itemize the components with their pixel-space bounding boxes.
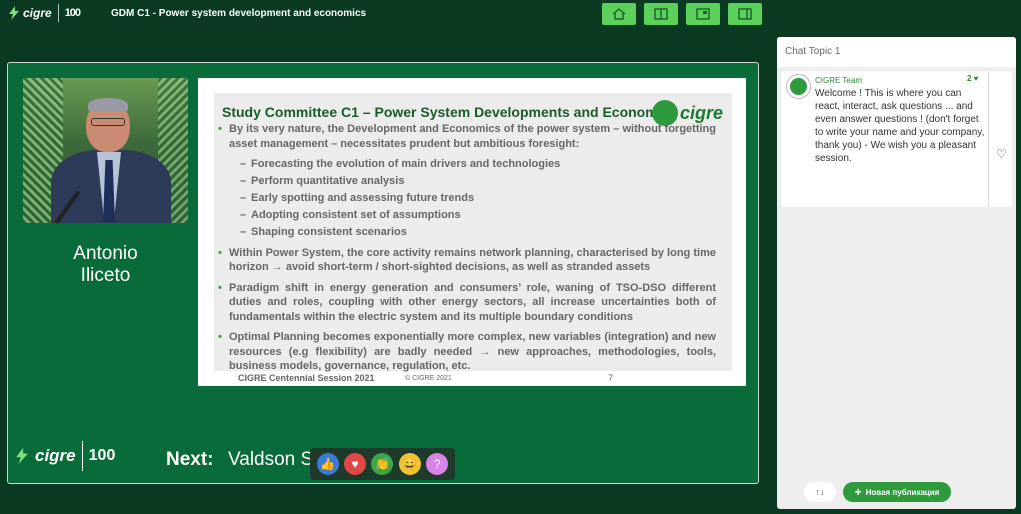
picture-in-picture-button[interactable]: [686, 3, 720, 25]
slide-heading: Study Committee C1 – Power System Develo…: [222, 104, 678, 120]
sub-bullet-text: Forecasting the evolution of main driver…: [251, 158, 561, 170]
sub-bullet: – Forecasting the evolution of main drive…: [240, 158, 561, 170]
sidebar-layout-button[interactable]: [728, 3, 762, 25]
bullet-dot: •: [218, 281, 222, 294]
sub-bullet-text: Early spotting and assessing future tren…: [251, 192, 475, 204]
slide-bullet: • By its very nature, the Development and…: [218, 122, 716, 240]
slide-bullet: • Optimal Planning becomes exponentially …: [218, 330, 716, 374]
sub-bullet-text: Shaping consistent scenarios: [251, 226, 407, 238]
sub-bullet: – Perform quantitative analysis: [240, 175, 405, 187]
chat-message: CIGRE Team 2 ♥ Welcome ! This is where y…: [781, 71, 1012, 207]
slide-bullet: • Paradigm shift in energy generation and…: [218, 281, 716, 325]
chat-header: Chat Topic 1: [777, 37, 1016, 67]
sub-bullet-text: Adopting consistent set of assumptions: [251, 209, 461, 221]
speaker-video: [23, 78, 188, 223]
presentation-slide: Study Committee C1 – Power System Develo…: [198, 78, 746, 386]
laugh-icon[interactable]: 😄: [398, 453, 421, 475]
bullet-text: By its very nature, the Development and …: [229, 123, 716, 150]
slide-footer: CIGRE Centennial Session 2021: [238, 373, 375, 383]
sub-bullet: – Adopting consistent set of assumptions: [240, 209, 461, 221]
like-heart-icon[interactable]: ♡: [996, 147, 1007, 161]
bullet-dot: •: [218, 123, 222, 135]
slide-page-number: 7: [608, 373, 614, 383]
page-title: GDM C1 - Power system development and ec…: [111, 8, 367, 19]
bullet-dot: •: [218, 246, 222, 259]
thumbs-up-icon[interactable]: 👍: [316, 453, 339, 475]
split-layout-icon: [654, 8, 668, 20]
logo-text: cigre: [23, 6, 52, 20]
clap-icon[interactable]: 👏: [371, 453, 394, 475]
lightning-icon: [9, 6, 19, 20]
logo-divider: [57, 4, 59, 22]
home-button[interactable]: [602, 3, 636, 25]
split-layout-button[interactable]: [644, 3, 678, 25]
sub-bullet-text: Perform quantitative analysis: [251, 175, 405, 187]
bullet-text: Optimal Planning becomes exponentially m…: [229, 331, 716, 372]
video-stage: Antonio Iliceto Study Committee C1 – Pow…: [7, 62, 759, 484]
slide-bullets: • By its very nature, the Development and…: [218, 122, 716, 380]
cigre-logo: cigre 100: [8, 4, 81, 22]
picture-in-picture-icon: [696, 8, 710, 20]
bullet-text: Paradigm shift in energy generation and …: [229, 281, 716, 323]
sort-button[interactable]: ↑↓: [804, 482, 836, 502]
question-icon[interactable]: ?: [426, 453, 449, 475]
new-post-button[interactable]: + Новая публикация: [843, 482, 951, 502]
chat-topic-title: Chat Topic 1: [785, 46, 841, 57]
like-count: 2 ♥: [967, 74, 979, 83]
centennial-logo: 100: [64, 7, 81, 19]
sub-bullet: – Early spotting and assessing future tre…: [240, 192, 475, 204]
heart-icon[interactable]: ♥: [344, 453, 367, 475]
slide-copyright: © CIGRE 2021: [405, 375, 452, 382]
centennial-logo: 100: [88, 447, 116, 464]
chat-panel: Chat Topic 1 CIGRE Team 2 ♥ Welcome ! Th…: [777, 37, 1016, 509]
message-text: Welcome ! This is where you can react, i…: [815, 88, 985, 164]
reaction-bar: 👍 ♥ 👏 😄?: [310, 448, 455, 480]
bullet-text: Within Power System, the core activity r…: [229, 246, 716, 274]
bullet-dot: •: [218, 331, 222, 343]
plus-icon: +: [854, 485, 862, 499]
home-icon: [612, 8, 626, 20]
avatar: [786, 74, 811, 99]
sidebar-layout-icon: [738, 8, 752, 20]
lightning-icon: [16, 447, 28, 465]
next-label: Next:: [166, 449, 214, 470]
top-bar: cigre 100 GDM C1 - Power system developm…: [0, 0, 1021, 30]
speaker-name: Antonio Iliceto: [73, 243, 138, 286]
message-author: CIGRE Team: [815, 76, 862, 85]
sub-bullet: – Shaping consistent scenarios: [240, 226, 407, 238]
slide-bullet: • Within Power System, the core activity …: [218, 246, 716, 275]
bottom-cigre-logo: cigre 100: [15, 441, 115, 471]
